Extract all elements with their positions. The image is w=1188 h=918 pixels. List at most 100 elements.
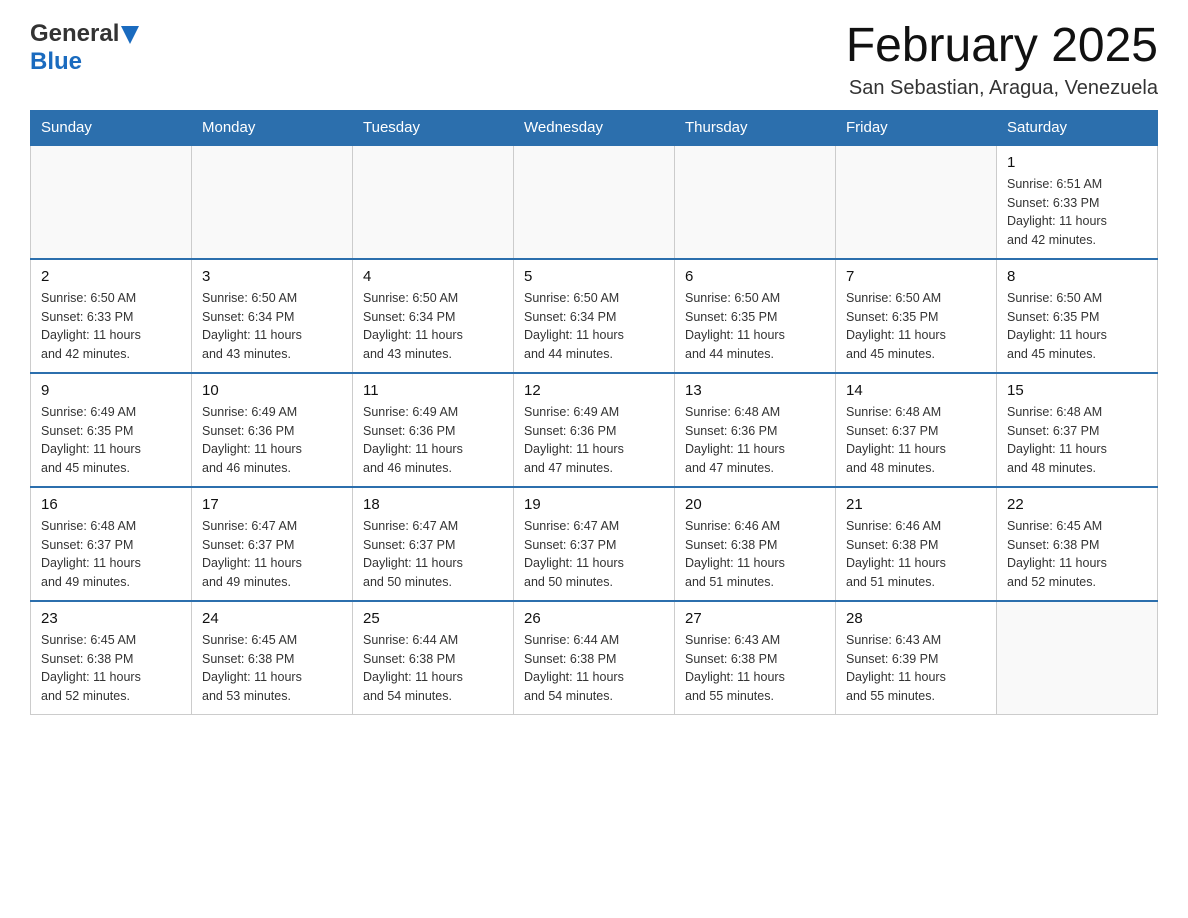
day-info: Sunrise: 6:45 AM Sunset: 6:38 PM Dayligh… <box>202 631 342 706</box>
calendar-cell: 15 Sunrise: 6:48 AM Sunset: 6:37 PM Dayli… <box>997 373 1158 487</box>
calendar-cell: 4Sunrise: 6:50 AM Sunset: 6:34 PM Daylig… <box>353 259 514 373</box>
day-number: 15 <box>1007 382 1147 399</box>
calendar-table: SundayMondayTuesdayWednesdayThursdayFrid… <box>30 110 1158 715</box>
weekday-header-sunday: Sunday <box>31 110 192 145</box>
calendar-cell: 22 Sunrise: 6:45 AM Sunset: 6:38 PM Dayli… <box>997 487 1158 601</box>
day-info: Sunrise: 6:44 AM Sunset: 6:38 PM Dayligh… <box>363 631 503 706</box>
day-number: 19 <box>524 496 664 513</box>
calendar-cell: 11Sunrise: 6:49 AM Sunset: 6:36 PM Dayli… <box>353 373 514 487</box>
day-info: Sunrise: 6:47 AM Sunset: 6:37 PM Dayligh… <box>202 517 342 592</box>
logo: General Blue <box>30 20 139 76</box>
day-number: 9 <box>41 382 181 399</box>
day-number: 27 <box>685 610 825 627</box>
calendar-week-1: 1 Sunrise: 6:51 AM Sunset: 6:33 PM Daylig… <box>31 145 1158 259</box>
calendar-cell: 10 Sunrise: 6:49 AM Sunset: 6:36 PM Dayli… <box>192 373 353 487</box>
day-number: 12 <box>524 382 664 399</box>
day-info: Sunrise: 6:50 AM Sunset: 6:35 PM Dayligh… <box>1007 289 1147 364</box>
calendar-week-3: 9 Sunrise: 6:49 AM Sunset: 6:35 PM Daylig… <box>31 373 1158 487</box>
day-info: Sunrise: 6:48 AM Sunset: 6:37 PM Dayligh… <box>846 403 986 478</box>
day-info: Sunrise: 6:50 AM Sunset: 6:34 PM Dayligh… <box>363 289 503 364</box>
day-number: 17 <box>202 496 342 513</box>
day-info: Sunrise: 6:51 AM Sunset: 6:33 PM Dayligh… <box>1007 175 1147 250</box>
day-number: 13 <box>685 382 825 399</box>
calendar-cell: 23Sunrise: 6:45 AM Sunset: 6:38 PM Dayli… <box>31 601 192 715</box>
day-info: Sunrise: 6:47 AM Sunset: 6:37 PM Dayligh… <box>363 517 503 592</box>
page-header: General Blue February 2025 San Sebastian… <box>30 20 1158 100</box>
weekday-header-friday: Friday <box>836 110 997 145</box>
calendar-cell: 19 Sunrise: 6:47 AM Sunset: 6:37 PM Dayli… <box>514 487 675 601</box>
day-number: 25 <box>363 610 503 627</box>
calendar-cell: 2Sunrise: 6:50 AM Sunset: 6:33 PM Daylig… <box>31 259 192 373</box>
day-number: 8 <box>1007 268 1147 285</box>
day-number: 11 <box>363 382 503 399</box>
day-number: 18 <box>363 496 503 513</box>
day-info: Sunrise: 6:46 AM Sunset: 6:38 PM Dayligh… <box>685 517 825 592</box>
day-info: Sunrise: 6:50 AM Sunset: 6:34 PM Dayligh… <box>524 289 664 364</box>
day-info: Sunrise: 6:48 AM Sunset: 6:37 PM Dayligh… <box>1007 403 1147 478</box>
calendar-cell: 16Sunrise: 6:48 AM Sunset: 6:37 PM Dayli… <box>31 487 192 601</box>
day-info: Sunrise: 6:47 AM Sunset: 6:37 PM Dayligh… <box>524 517 664 592</box>
calendar-cell: 17 Sunrise: 6:47 AM Sunset: 6:37 PM Dayli… <box>192 487 353 601</box>
weekday-header-saturday: Saturday <box>997 110 1158 145</box>
calendar-cell: 28 Sunrise: 6:43 AM Sunset: 6:39 PM Dayli… <box>836 601 997 715</box>
weekday-header-row: SundayMondayTuesdayWednesdayThursdayFrid… <box>31 110 1158 145</box>
day-number: 6 <box>685 268 825 285</box>
day-info: Sunrise: 6:44 AM Sunset: 6:38 PM Dayligh… <box>524 631 664 706</box>
day-number: 5 <box>524 268 664 285</box>
calendar-cell: 18 Sunrise: 6:47 AM Sunset: 6:37 PM Dayli… <box>353 487 514 601</box>
logo-general-text: General <box>30 20 119 48</box>
day-number: 28 <box>846 610 986 627</box>
day-number: 1 <box>1007 154 1147 171</box>
day-number: 21 <box>846 496 986 513</box>
day-info: Sunrise: 6:45 AM Sunset: 6:38 PM Dayligh… <box>1007 517 1147 592</box>
day-info: Sunrise: 6:46 AM Sunset: 6:38 PM Dayligh… <box>846 517 986 592</box>
calendar-cell <box>192 145 353 259</box>
day-number: 14 <box>846 382 986 399</box>
logo-triangle-icon <box>121 26 139 44</box>
day-info: Sunrise: 6:49 AM Sunset: 6:36 PM Dayligh… <box>524 403 664 478</box>
calendar-cell: 24 Sunrise: 6:45 AM Sunset: 6:38 PM Dayli… <box>192 601 353 715</box>
calendar-cell: 6 Sunrise: 6:50 AM Sunset: 6:35 PM Daylig… <box>675 259 836 373</box>
calendar-cell <box>514 145 675 259</box>
calendar-cell <box>675 145 836 259</box>
day-info: Sunrise: 6:50 AM Sunset: 6:35 PM Dayligh… <box>846 289 986 364</box>
day-number: 16 <box>41 496 181 513</box>
day-info: Sunrise: 6:43 AM Sunset: 6:39 PM Dayligh… <box>846 631 986 706</box>
calendar-cell: 9 Sunrise: 6:49 AM Sunset: 6:35 PM Daylig… <box>31 373 192 487</box>
calendar-cell: 12 Sunrise: 6:49 AM Sunset: 6:36 PM Dayli… <box>514 373 675 487</box>
calendar-week-4: 16Sunrise: 6:48 AM Sunset: 6:37 PM Dayli… <box>31 487 1158 601</box>
calendar-cell: 13 Sunrise: 6:48 AM Sunset: 6:36 PM Dayli… <box>675 373 836 487</box>
day-info: Sunrise: 6:43 AM Sunset: 6:38 PM Dayligh… <box>685 631 825 706</box>
logo-blue-text: Blue <box>30 48 82 75</box>
calendar-cell: 25 Sunrise: 6:44 AM Sunset: 6:38 PM Dayli… <box>353 601 514 715</box>
day-number: 10 <box>202 382 342 399</box>
weekday-header-thursday: Thursday <box>675 110 836 145</box>
calendar-cell: 8 Sunrise: 6:50 AM Sunset: 6:35 PM Daylig… <box>997 259 1158 373</box>
weekday-header-tuesday: Tuesday <box>353 110 514 145</box>
calendar-cell: 21 Sunrise: 6:46 AM Sunset: 6:38 PM Dayli… <box>836 487 997 601</box>
day-info: Sunrise: 6:49 AM Sunset: 6:35 PM Dayligh… <box>41 403 181 478</box>
day-info: Sunrise: 6:50 AM Sunset: 6:34 PM Dayligh… <box>202 289 342 364</box>
day-number: 22 <box>1007 496 1147 513</box>
calendar-cell: 5 Sunrise: 6:50 AM Sunset: 6:34 PM Daylig… <box>514 259 675 373</box>
calendar-cell: 20Sunrise: 6:46 AM Sunset: 6:38 PM Dayli… <box>675 487 836 601</box>
day-info: Sunrise: 6:48 AM Sunset: 6:36 PM Dayligh… <box>685 403 825 478</box>
calendar-week-5: 23Sunrise: 6:45 AM Sunset: 6:38 PM Dayli… <box>31 601 1158 715</box>
day-number: 24 <box>202 610 342 627</box>
calendar-cell <box>353 145 514 259</box>
day-number: 2 <box>41 268 181 285</box>
weekday-header-monday: Monday <box>192 110 353 145</box>
title-section: February 2025 San Sebastian, Aragua, Ven… <box>846 20 1158 100</box>
day-info: Sunrise: 6:50 AM Sunset: 6:35 PM Dayligh… <box>685 289 825 364</box>
calendar-week-2: 2Sunrise: 6:50 AM Sunset: 6:33 PM Daylig… <box>31 259 1158 373</box>
calendar-cell: 26 Sunrise: 6:44 AM Sunset: 6:38 PM Dayli… <box>514 601 675 715</box>
day-number: 7 <box>846 268 986 285</box>
day-number: 3 <box>202 268 342 285</box>
calendar-cell: 27 Sunrise: 6:43 AM Sunset: 6:38 PM Dayli… <box>675 601 836 715</box>
calendar-cell: 7 Sunrise: 6:50 AM Sunset: 6:35 PM Daylig… <box>836 259 997 373</box>
day-number: 26 <box>524 610 664 627</box>
weekday-header-wednesday: Wednesday <box>514 110 675 145</box>
location-subtitle: San Sebastian, Aragua, Venezuela <box>846 77 1158 100</box>
day-info: Sunrise: 6:49 AM Sunset: 6:36 PM Dayligh… <box>202 403 342 478</box>
calendar-cell: 1 Sunrise: 6:51 AM Sunset: 6:33 PM Daylig… <box>997 145 1158 259</box>
